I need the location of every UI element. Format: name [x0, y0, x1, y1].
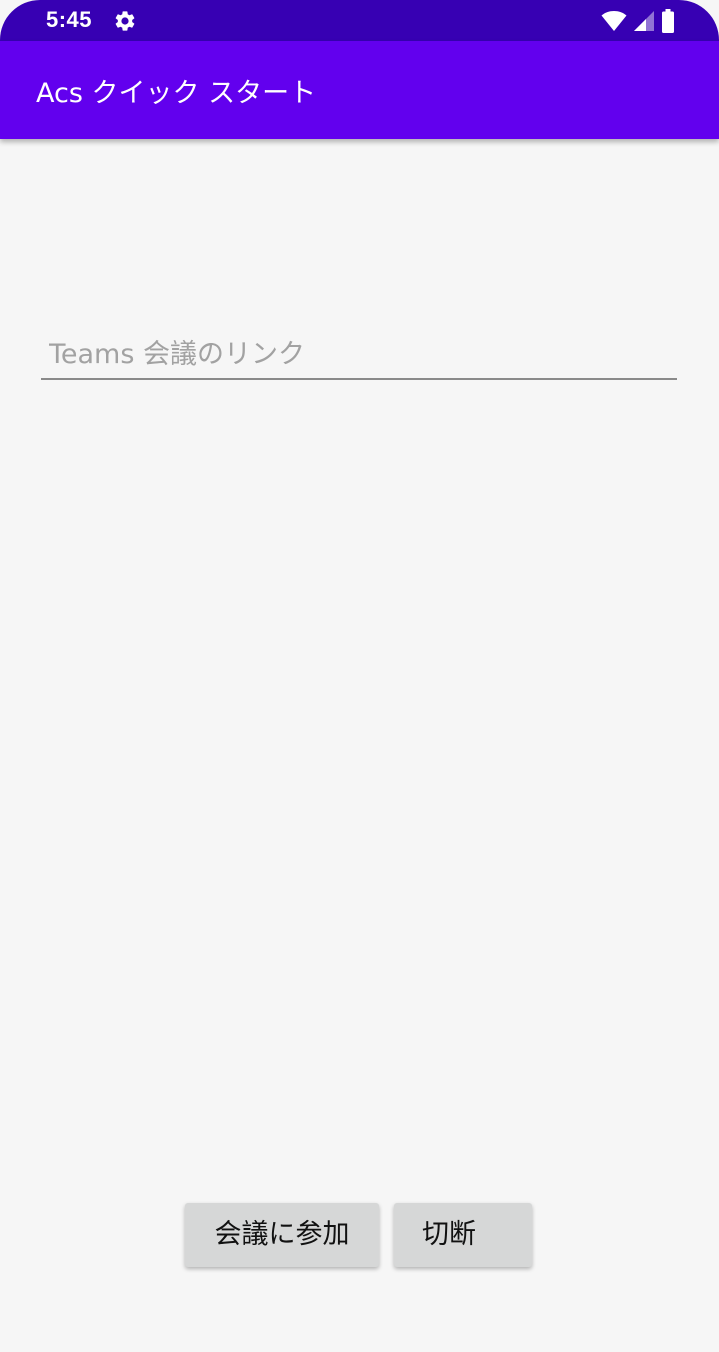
status-bar: 5:45: [0, 0, 719, 41]
cellular-signal-icon: [634, 11, 654, 31]
wifi-icon: [601, 11, 627, 31]
app-bar: Acs クイック スタート: [0, 41, 719, 139]
app-title: Acs クイック スタート: [36, 78, 317, 109]
hang-up-button[interactable]: 切断: [394, 1203, 532, 1267]
meeting-link-input[interactable]: [49, 334, 669, 374]
battery-icon: [662, 9, 674, 33]
join-meeting-button[interactable]: 会議に参加: [185, 1203, 379, 1267]
meeting-link-field[interactable]: [41, 330, 677, 380]
status-time: 5:45: [46, 7, 93, 32]
status-icons: [601, 9, 675, 33]
settings-gear-icon: [115, 11, 135, 31]
